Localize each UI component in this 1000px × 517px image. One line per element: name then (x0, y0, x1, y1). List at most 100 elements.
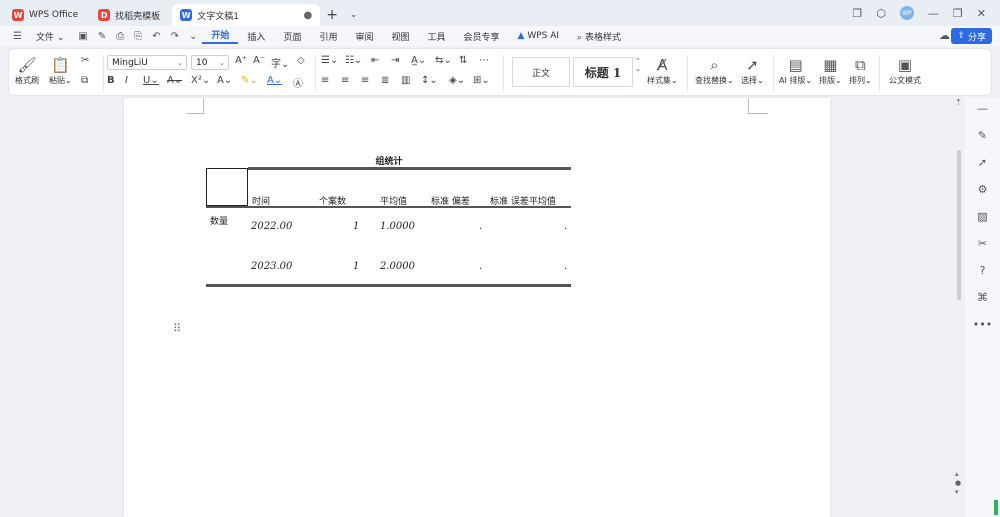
help-icon[interactable]: ? (975, 262, 991, 278)
sort-icon[interactable]: ⇅ (459, 55, 467, 66)
print-icon[interactable]: ⎙ (111, 31, 129, 42)
format-painter-button[interactable]: 🖌 格式刷 (15, 55, 39, 86)
official-mode-button[interactable]: ▣ 公文模式 (889, 55, 921, 86)
text-direction-icon[interactable]: ⇆⌄ (435, 55, 452, 66)
scroll-page-icon[interactable]: ▴ ● ▾ (955, 470, 961, 497)
font-color-icon[interactable]: A⌄ (267, 75, 282, 86)
clear-format-icon[interactable]: ◇ (297, 55, 305, 66)
find-replace-button[interactable]: ⌕ 查找替换⌄ (695, 55, 734, 86)
tab-member[interactable]: 会员专享 (455, 30, 509, 43)
copy-icon[interactable]: ⧉ (81, 75, 88, 86)
tab-menu-chevron-icon[interactable]: ⌄ (344, 4, 364, 26)
show-marks-icon[interactable]: ⋯ (479, 55, 489, 66)
highlight-icon[interactable]: ✎⌄ (241, 75, 258, 86)
char-spacing-icon[interactable]: A̲⌄ (411, 55, 426, 66)
numbered-list-icon[interactable]: ☷⌄ (345, 55, 362, 66)
decrease-indent-icon[interactable]: ⇤ (371, 55, 379, 66)
scroll-thumb[interactable] (957, 150, 961, 300)
undo-icon[interactable]: ↶ (147, 31, 165, 42)
strikethrough-icon[interactable]: A⌄ (167, 75, 182, 86)
style-scroll-icon[interactable]: ⌃ ⌄ (635, 57, 641, 73)
tab-references[interactable]: 引用 (310, 30, 346, 43)
bullet-list-icon[interactable]: ☰⌄ (321, 55, 338, 66)
drag-handle-icon[interactable]: ⠿ (173, 322, 181, 335)
cut-icon[interactable]: ✂ (81, 55, 89, 66)
header-rule (206, 206, 571, 208)
pen-edit-icon[interactable]: ✎ (975, 127, 991, 143)
shading-icon[interactable]: ◈⌄ (449, 75, 465, 86)
font-size-select[interactable]: 10 ⌄ (191, 55, 229, 70)
underline-icon[interactable]: U⌄ (143, 75, 159, 86)
italic-icon[interactable]: I (125, 75, 128, 86)
shrink-font-icon[interactable]: A⁻ (253, 55, 265, 66)
official-doc-icon: ▣ (897, 56, 913, 74)
increase-indent-icon[interactable]: ⇥ (391, 55, 399, 66)
avatar[interactable]: WP (899, 6, 914, 20)
line-spacing-icon[interactable]: ↕⌄ (421, 75, 438, 86)
quick-access-chevron-icon[interactable]: ⌄ (184, 31, 202, 42)
font-name-select[interactable]: MingLiU ⌄ (107, 55, 187, 70)
tab-tools[interactable]: 工具 (419, 30, 455, 43)
vertical-scrollbar[interactable]: ⇡ ▴ ● ▾ (954, 98, 964, 517)
window-controls: ❐ ⬡ WP — ❐ ✕ (852, 0, 1000, 26)
tab-view[interactable]: 视图 (382, 30, 418, 43)
redo-icon[interactable]: ↷ (166, 31, 184, 42)
minimize-icon[interactable]: — (928, 7, 939, 20)
tab-template[interactable]: D 找稻壳模板 (90, 4, 168, 26)
tab-table-style[interactable]: ⌕ 表格样式 (568, 30, 630, 43)
save-icon[interactable]: ▣ (73, 31, 92, 42)
tab-wps-ai[interactable]: ▲ WPS AI (509, 31, 569, 41)
pointer-icon[interactable]: ➚ (975, 154, 991, 170)
search-icon: ⌕ (577, 32, 583, 43)
select-button[interactable]: ➚ 选择⌄ (741, 55, 764, 86)
align-center-icon[interactable]: ≡ (341, 75, 349, 86)
clip-icon[interactable]: ⌘ (975, 289, 991, 305)
cell-time-2: 2023.00 (251, 261, 293, 272)
tab-home[interactable]: 开始 (202, 28, 239, 44)
cloud-icon[interactable]: ☁ (939, 29, 950, 42)
tab-page[interactable]: 页面 (274, 30, 310, 43)
tab-close-icon[interactable]: ● (303, 10, 312, 21)
bold-icon[interactable]: B (107, 75, 115, 86)
char-shading-icon[interactable]: Ⓐ (293, 75, 303, 90)
paste-button[interactable]: 📋 粘贴⌄ (49, 55, 72, 86)
restore-icon[interactable]: ❐ (953, 7, 963, 20)
tab-overview-icon[interactable]: ❐ (852, 7, 862, 20)
print-preview-icon[interactable]: ⎘ (129, 31, 147, 42)
style-heading-1[interactable]: 标题 1 (573, 57, 633, 87)
superscript-icon[interactable]: X²⌄ (191, 75, 210, 86)
distributed-icon[interactable]: ▥ (401, 75, 410, 86)
align-left-icon[interactable]: ≡ (321, 75, 329, 86)
close-window-icon[interactable]: ✕ (977, 7, 986, 20)
tab-wps-office[interactable]: W WPS Office (4, 4, 86, 26)
tools-icon[interactable]: ✂ (975, 235, 991, 251)
tab-review[interactable]: 审阅 (346, 30, 382, 43)
share-button[interactable]: ⇪ 分享 (951, 28, 992, 44)
document-page[interactable]: 组统计 时间 个案数 平均值 标准 偏差 标准 误差平均值 数量 2022.00… (124, 98, 830, 517)
sidebar-collapse-icon[interactable]: — (975, 100, 991, 116)
align-right-icon[interactable]: ≡ (361, 75, 369, 86)
tab-document[interactable]: W 文字文稿1 ● (172, 4, 321, 26)
pen-icon[interactable]: ✎ (93, 31, 111, 42)
image-edit-icon[interactable]: ▨ (975, 208, 991, 224)
more-icon[interactable]: ••• (973, 316, 992, 332)
text-effect-icon[interactable]: A⌄ (217, 75, 232, 86)
menu-file[interactable]: 文件 ⌄ (27, 30, 73, 43)
layout-button[interactable]: ▦ 排版⌄ (819, 55, 842, 86)
ai-layout-button[interactable]: ▤ AI 排版⌄ (779, 55, 812, 86)
new-tab-button[interactable]: + (320, 4, 344, 26)
arrange-button[interactable]: ⧉ 排列⌄ (849, 55, 872, 86)
border-icon[interactable]: ⊞⌄ (473, 75, 490, 86)
style-set-button[interactable]: A̸ 样式集⌄ (647, 55, 678, 86)
grow-font-icon[interactable]: A⁺ (235, 55, 247, 66)
adjust-sliders-icon[interactable]: ⚙ (975, 181, 991, 197)
tab-insert[interactable]: 插入 (238, 30, 274, 43)
status-indicator (994, 500, 998, 515)
phonetic-guide-icon[interactable]: 字⌄ (271, 55, 289, 70)
settings-cube-icon[interactable]: ⬡ (876, 7, 886, 20)
scroll-top-icon[interactable]: ⇡ (955, 98, 962, 107)
hamburger-icon[interactable]: ☰ (8, 31, 27, 42)
style-normal[interactable]: 正文 (512, 57, 570, 87)
justify-icon[interactable]: ≣ (381, 75, 389, 86)
table-title: 组统计 (375, 157, 403, 167)
